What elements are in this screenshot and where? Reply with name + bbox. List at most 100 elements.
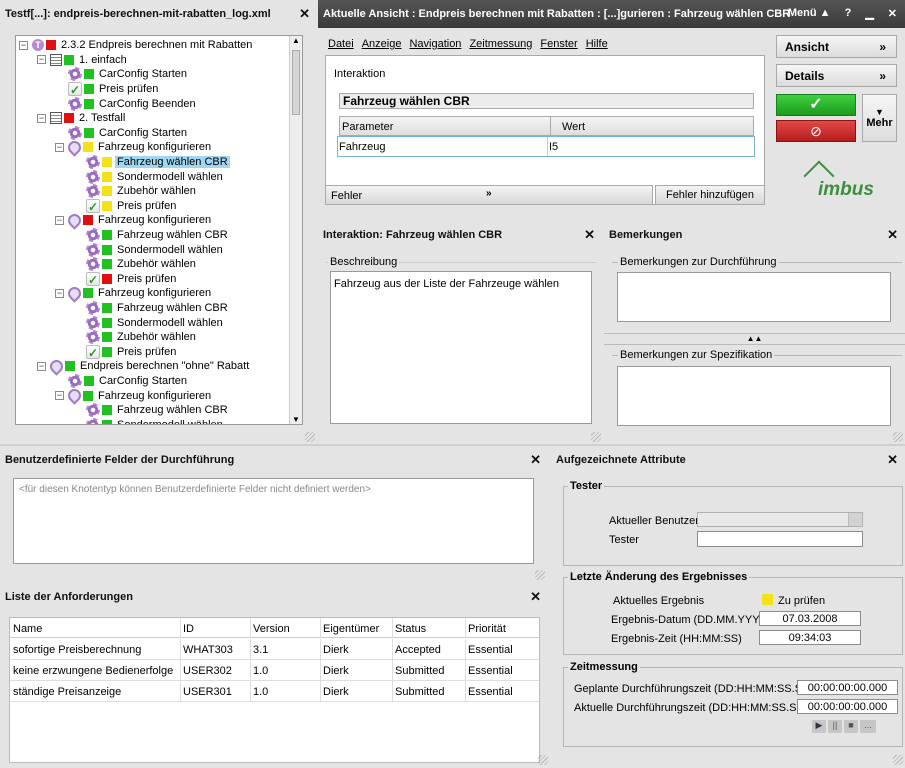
resize-grip[interactable] bbox=[305, 432, 315, 442]
tree-node[interactable]: − Endpreis berechnen "ohne" Rabatt bbox=[37, 357, 251, 376]
status-icon bbox=[84, 84, 94, 95]
tree-node[interactable]: CarConfig Starten bbox=[55, 125, 189, 141]
tree-node[interactable]: CarConfig Starten bbox=[55, 67, 189, 82]
close-icon[interactable]: ✕ bbox=[530, 452, 541, 468]
tree-node[interactable]: Sondermodell wählen bbox=[73, 315, 225, 330]
description-label: Beschreibung bbox=[328, 256, 400, 268]
tree-node[interactable]: Fahrzeug wählen CBR bbox=[73, 155, 230, 170]
collapse-toggle-icon[interactable]: − bbox=[55, 288, 64, 298]
tree-scrollbar[interactable]: ▲ ▼ bbox=[289, 36, 302, 424]
menu-item[interactable]: Hilfe bbox=[586, 38, 608, 50]
tree-node[interactable]: − Fahrzeug konfigurieren bbox=[55, 284, 213, 303]
current-result-label: Aktuelles Ergebnis bbox=[613, 595, 705, 607]
tree-node[interactable]: Fahrzeug wählen CBR bbox=[73, 228, 230, 243]
time-field[interactable]: 09:34:03 bbox=[759, 630, 861, 645]
tree-node[interactable]: CarConfig Beenden bbox=[55, 96, 198, 111]
column-header[interactable]: Priorität bbox=[468, 623, 506, 635]
table-row[interactable]: ständige Preisanzeige USER301 1.0 Dierk Subm… bbox=[10, 681, 539, 702]
help-icon[interactable]: ? bbox=[845, 7, 852, 20]
tree-node[interactable]: − 1. einfach bbox=[37, 53, 129, 68]
planned-time-field[interactable]: 00:00:00:00.000 bbox=[797, 680, 898, 695]
add-error-button[interactable]: Fehler hinzufügen bbox=[655, 185, 765, 205]
status-icon bbox=[84, 98, 94, 109]
tree-node[interactable]: Zubehör wählen bbox=[73, 330, 198, 345]
exec-remarks-input[interactable] bbox=[617, 272, 891, 322]
param-row[interactable]: Fahrzeug I5 bbox=[337, 136, 755, 157]
splitter-handle[interactable]: ▲▲ bbox=[604, 333, 905, 345]
collapse-toggle-icon[interactable]: − bbox=[37, 113, 46, 123]
tree-node[interactable]: − Fahrzeug konfigurieren bbox=[55, 211, 213, 230]
tree-node[interactable]: Sondermodell wählen bbox=[73, 242, 225, 257]
resize-grip[interactable] bbox=[591, 432, 601, 442]
collapse-toggle-icon[interactable]: − bbox=[55, 215, 64, 225]
menu-item[interactable]: Anzeige bbox=[362, 38, 402, 50]
status-icon bbox=[84, 69, 94, 80]
pass-button[interactable]: ✓ bbox=[776, 94, 856, 116]
collapse-toggle-icon[interactable]: − bbox=[37, 361, 46, 371]
tree-node[interactable]: − Fahrzeug konfigurieren bbox=[55, 386, 213, 405]
tree-node[interactable]: Sondermodell wählen bbox=[73, 169, 225, 184]
resize-grip[interactable] bbox=[535, 570, 545, 580]
column-header[interactable]: ID bbox=[183, 623, 194, 635]
remarks-panel-title: Bemerkungen bbox=[609, 229, 683, 241]
tree-node[interactable]: ✓ Preis prüfen bbox=[55, 82, 160, 97]
tree-node[interactable]: Sondermodell wählen bbox=[73, 417, 225, 424]
tree-node[interactable]: Zubehör wählen bbox=[73, 257, 198, 272]
close-icon[interactable]: ✕ bbox=[299, 6, 310, 22]
resize-grip[interactable] bbox=[538, 755, 548, 765]
menu-item[interactable]: Zeitmessung bbox=[469, 38, 532, 50]
tree-node[interactable]: Fahrzeug wählen CBR bbox=[73, 301, 230, 316]
test-tree[interactable]: − T 2.3.2 Endpreis berechnen mit Rabatten −… bbox=[15, 35, 303, 425]
tree-node[interactable]: ✓ Preis prüfen bbox=[73, 198, 178, 214]
date-field[interactable]: 07.03.2008 bbox=[759, 611, 861, 626]
close-icon[interactable]: ✕ bbox=[530, 589, 541, 605]
tree-node[interactable]: ✓ Preis prüfen bbox=[73, 271, 178, 287]
resize-grip[interactable] bbox=[893, 432, 903, 442]
details-button[interactable]: Details» bbox=[776, 64, 897, 87]
tree-node[interactable]: Zubehör wählen bbox=[73, 184, 198, 199]
pause-icon[interactable]: || bbox=[828, 720, 842, 733]
more-button[interactable]: ▼ Mehr bbox=[862, 94, 897, 142]
view-button[interactable]: Ansicht» bbox=[776, 35, 897, 58]
table-row[interactable]: sofortige Preisberechnung WHAT303 3.1 Dierk… bbox=[10, 639, 539, 660]
menu-button[interactable]: Menü ▲ bbox=[788, 7, 831, 20]
actual-time-field[interactable]: 00:00:00:00.000 bbox=[797, 699, 898, 714]
tree-node[interactable]: − T 2.3.2 Endpreis berechnen mit Rabatten bbox=[19, 38, 254, 53]
column-header[interactable]: Eigentümer bbox=[323, 623, 379, 635]
close-icon[interactable]: ✕ bbox=[887, 227, 898, 243]
menu-item[interactable]: Navigation bbox=[409, 38, 461, 50]
minimize-icon[interactable]: ▁ bbox=[865, 7, 873, 20]
collapse-toggle-icon[interactable]: − bbox=[55, 391, 64, 401]
close-icon[interactable]: ✕ bbox=[887, 452, 898, 468]
column-header[interactable]: Name bbox=[13, 623, 42, 635]
close-icon[interactable]: ✕ bbox=[584, 227, 595, 243]
menu-item[interactable]: Fenster bbox=[540, 38, 577, 50]
column-header[interactable]: Status bbox=[395, 623, 426, 635]
requirements-header: Liste der Anforderungen ✕ bbox=[0, 586, 548, 608]
tree-node[interactable]: CarConfig Starten bbox=[55, 374, 189, 389]
collapse-toggle-icon[interactable]: − bbox=[55, 142, 64, 152]
tester-field[interactable] bbox=[697, 531, 863, 547]
fail-button[interactable]: ⊘ bbox=[776, 120, 856, 142]
more-icon[interactable]: ... bbox=[860, 720, 876, 733]
tree-node[interactable]: ✓ Preis prüfen bbox=[73, 344, 178, 360]
fehler-toggle[interactable]: Fehler » bbox=[325, 185, 653, 205]
close-icon[interactable]: ✕ bbox=[888, 7, 897, 20]
spec-remarks-label: Bemerkungen zur Spezifikation bbox=[618, 349, 775, 361]
column-header[interactable]: Version bbox=[253, 623, 290, 635]
table-row[interactable]: keine erzwungene Bedienerfolge USER302 1.0… bbox=[10, 660, 539, 681]
collapse-toggle-icon[interactable]: − bbox=[37, 55, 46, 65]
menu-item[interactable]: Datei bbox=[328, 38, 354, 50]
tree-node[interactable]: Fahrzeug wählen CBR bbox=[73, 403, 230, 418]
collapse-toggle-icon[interactable]: − bbox=[19, 40, 28, 50]
tree-node[interactable]: − Fahrzeug konfigurieren bbox=[55, 138, 213, 157]
tree-node[interactable]: − 2. Testfall bbox=[37, 111, 127, 126]
param-value[interactable]: I5 bbox=[549, 141, 558, 153]
stop-icon[interactable]: ■ bbox=[844, 720, 858, 733]
description-text[interactable]: Fahrzeug aus der Liste der Fahrzeuge wäh… bbox=[330, 271, 592, 424]
play-icon[interactable]: ▶ bbox=[812, 720, 826, 733]
spec-remarks-input[interactable] bbox=[617, 366, 891, 426]
param-header: Parameter Wert bbox=[339, 116, 754, 136]
table-cell: sofortige Preisberechnung bbox=[13, 644, 142, 656]
resize-grip[interactable] bbox=[893, 755, 903, 765]
